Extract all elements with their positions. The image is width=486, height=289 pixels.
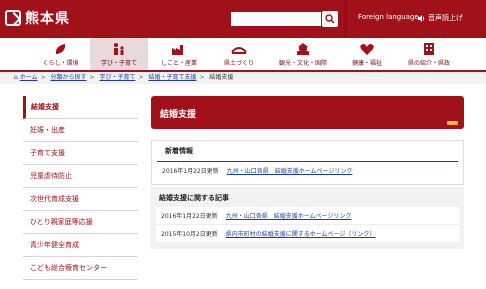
voice-read-label: 音声読上げ (428, 14, 463, 22)
nav-item-work[interactable]: しごと・産業 (150, 38, 208, 70)
castle-icon (296, 43, 310, 55)
page-title-bar: 結婚支援 RSS (151, 96, 464, 129)
leaf-icon (55, 44, 65, 54)
site-logo-text: 熊本県 (25, 11, 70, 27)
articles-heading: 結婚支援に関する記事 (159, 194, 229, 202)
nav-item-health[interactable]: 健康・福祉 (338, 38, 396, 70)
article-row: 2016年1月22日更新 九州・山口各県 結婚支援ホームページリンク (156, 207, 459, 224)
articles-section: 結婚支援に関する記事 2016年1月22日更新 九州・山口各県 結婚支援ホームペ… (151, 187, 464, 249)
foreign-language-link[interactable]: Foreign language (358, 13, 419, 21)
site-logo[interactable]: 熊本県 (5, 8, 70, 28)
sidebar-item-marriage[interactable]: 結婚支援 (23, 96, 138, 119)
breadcrumb-current: 結婚支援 (209, 74, 234, 81)
nav-item-land[interactable]: 県土づくり (210, 38, 268, 70)
news-row: 2016年1月22日更新 九州・山口各県 結婚支援ホームページリンク (152, 162, 463, 179)
home-icon: ⌂ (14, 74, 18, 81)
bridge-icon (231, 47, 247, 54)
sidebar-item-pregnancy[interactable]: 妊娠・出産 (23, 119, 138, 142)
breadcrumb-education[interactable]: 学び・子育て (99, 74, 135, 81)
breadcrumb-category[interactable]: 分類から探す (51, 74, 87, 81)
main-nav: くらし・環境 学び・子育て しごと・産業 県土づくり 観光・文化・国際 健康・福… (0, 38, 486, 72)
sidebar-item-next-generation[interactable]: 次世代育成支援 (23, 188, 138, 211)
nav-item-prefecture[interactable]: 県の紹介・県政 (398, 38, 460, 70)
nav-item-tourism[interactable]: 観光・文化・国際 (272, 38, 334, 70)
sidebar-item-youth[interactable]: 青少年健全育成 (23, 234, 138, 257)
header-divider (345, 0, 346, 38)
breadcrumb-separator: > (199, 74, 205, 81)
speaker-icon (418, 14, 425, 22)
breadcrumb-separator: > (89, 74, 95, 81)
breadcrumb-separator: > (40, 74, 46, 81)
search-button[interactable] (322, 11, 338, 27)
family-icon (114, 43, 124, 55)
sidebar: 結婚支援 妊娠・出産 子育て支援 児童虐待防止 次世代育成支援 ひとり親家庭等応… (23, 96, 138, 280)
article-link[interactable]: 県内市町村の結婚支援に関するホームページ（リンク） (226, 229, 376, 238)
building-icon (424, 43, 434, 55)
sidebar-item-childcare[interactable]: 子育て支援 (23, 142, 138, 165)
sidebar-item-rehab-center[interactable]: こども総合療育センター (23, 257, 138, 280)
breadcrumb-support[interactable]: 結婚・子育て支援 (148, 74, 196, 81)
sidebar-item-single-parent[interactable]: ひとり親家庭等応援 (23, 211, 138, 234)
news-date: 2016年1月22日更新 (162, 168, 219, 175)
search-icon (325, 14, 335, 24)
breadcrumb-separator: > (138, 74, 144, 81)
article-date: 2015年10月2日更新 (161, 231, 218, 238)
search-input[interactable] (231, 12, 321, 26)
voice-read-button[interactable]: 音声読上げ (418, 13, 463, 23)
article-link[interactable]: 九州・山口各県 結婚支援ホームページリンク (226, 211, 352, 220)
breadcrumb: ⌂ ホーム > 分類から探す > 学び・子育て > 結婚・子育て支援 > 結婚支援 (0, 72, 486, 84)
article-date: 2016年1月22日更新 (161, 213, 218, 220)
news-heading: 新着情報 (157, 141, 458, 162)
rss-badge[interactable]: RSS (447, 121, 458, 125)
sidebar-item-abuse-prevention[interactable]: 児童虐待防止 (23, 165, 138, 188)
heart-icon (360, 44, 374, 55)
kumamoto-emblem-icon (5, 10, 21, 26)
breadcrumb-home[interactable]: ホーム (20, 74, 38, 81)
article-row: 2015年10月2日更新 県内市町村の結婚支援に関するホームページ（リンク） (156, 224, 459, 242)
nav-item-education[interactable]: 学び・子育て (90, 38, 148, 70)
news-section: 新着情報 2016年1月22日更新 九州・山口各県 結婚支援ホームページリンク (151, 140, 464, 185)
page-title: 結婚支援 (160, 110, 197, 120)
factory-icon (172, 45, 183, 55)
nav-item-living[interactable]: くらし・環境 (33, 38, 88, 70)
site-header: 熊本県 Foreign language 音声読上げ (0, 0, 486, 38)
news-link[interactable]: 九州・山口各県 結婚支援ホームページリンク (227, 166, 353, 175)
